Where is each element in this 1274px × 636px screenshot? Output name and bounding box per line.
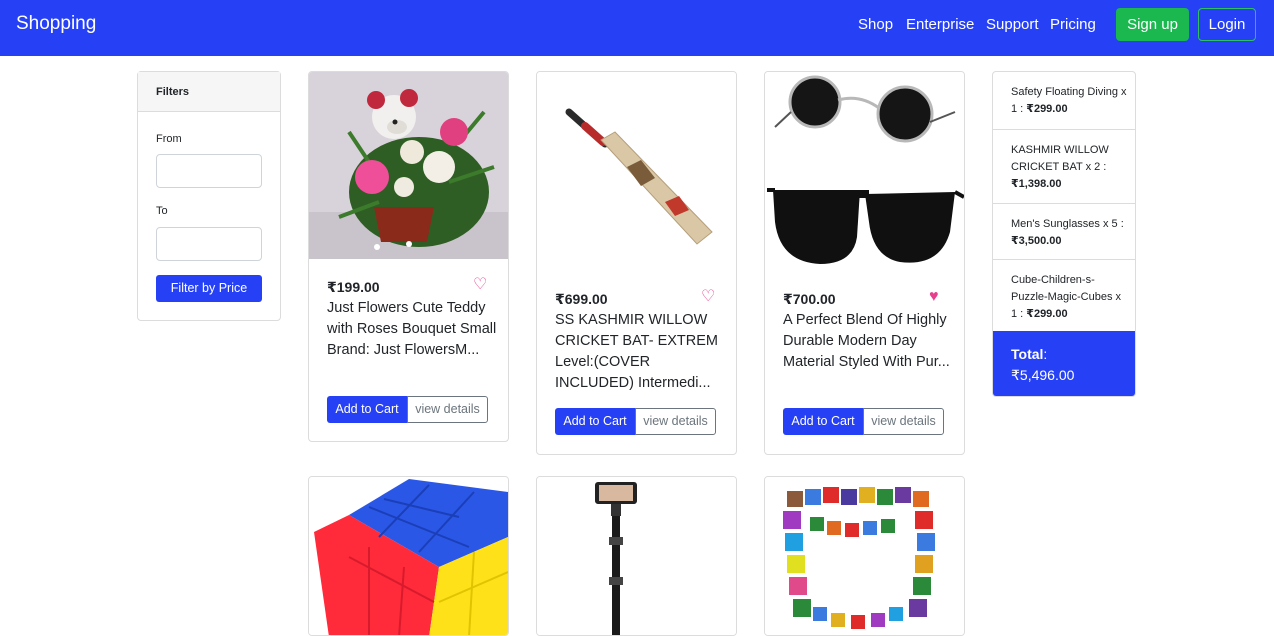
- view-details-button[interactable]: view details: [407, 396, 488, 423]
- login-button[interactable]: Login: [1198, 8, 1256, 41]
- filter-by-price-button[interactable]: Filter by Price: [156, 275, 262, 302]
- product-card: ₹699.00 ♡ SS KASHMIR WILLOW CRICKET BAT-…: [536, 71, 737, 455]
- product-price: ₹700.00: [783, 291, 836, 307]
- product-title: A Perfect Blend Of Highly Durable Modern…: [783, 312, 950, 370]
- product-image-selfie-stick[interactable]: [537, 477, 736, 636]
- product-card: ₹700.00 ♥ A Perfect Blend Of Highly Dura…: [764, 71, 965, 455]
- product-image-colored-blocks[interactable]: [765, 477, 964, 636]
- total-value: ₹5,496.00: [1011, 367, 1075, 383]
- product-image-rubiks-cube[interactable]: [309, 477, 508, 636]
- product-card: [536, 476, 737, 636]
- product-price: ₹699.00: [555, 291, 608, 307]
- heart-icon[interactable]: ♥: [929, 289, 939, 305]
- product-image-cricket-bat[interactable]: [537, 72, 736, 271]
- nav-enterprise[interactable]: Enterprise: [906, 16, 974, 33]
- heart-icon[interactable]: ♡: [473, 277, 487, 293]
- price-to-input[interactable]: [156, 227, 262, 261]
- product-price: ₹199.00: [327, 279, 380, 295]
- filters-panel: Filters From To Filter by Price: [137, 71, 281, 321]
- top-navbar: Shopping Shop Enterprise Support Pricing…: [0, 0, 1274, 56]
- view-details-button[interactable]: view details: [635, 408, 716, 435]
- nav-shop[interactable]: Shop: [858, 16, 893, 33]
- product-card: [308, 476, 509, 636]
- signup-button[interactable]: Sign up: [1116, 8, 1189, 41]
- cart-item: Men's Sunglasses x 5 : ₹3,500.00: [993, 204, 1135, 260]
- heart-icon[interactable]: ♡: [701, 289, 715, 305]
- from-label: From: [156, 133, 182, 145]
- total-label: Total: [1011, 346, 1044, 362]
- nav-pricing[interactable]: Pricing: [1050, 16, 1096, 33]
- add-to-cart-button[interactable]: Add to Cart: [783, 408, 863, 435]
- view-details-button[interactable]: view details: [863, 408, 944, 435]
- cart-panel: Safety Floating Diving x 1 : ₹299.00 KAS…: [992, 71, 1136, 397]
- product-card: [764, 476, 965, 636]
- product-image-teddy-bouquet[interactable]: [309, 72, 508, 259]
- product-title: SS KASHMIR WILLOW CRICKET BAT- EXTREM Le…: [555, 312, 719, 391]
- product-title: Just Flowers Cute Teddy with Roses Bouqu…: [327, 300, 497, 358]
- cart-total: Total: ₹5,496.00: [993, 331, 1135, 396]
- cart-item: Safety Floating Diving x 1 : ₹299.00: [993, 72, 1135, 130]
- nav-support[interactable]: Support: [986, 16, 1039, 33]
- product-image-sunglasses[interactable]: [765, 72, 964, 271]
- product-card: ₹199.00 ♡ Just Flowers Cute Teddy with R…: [308, 71, 509, 442]
- price-from-input[interactable]: [156, 154, 262, 188]
- filters-title: Filters: [138, 72, 280, 112]
- brand-logo[interactable]: Shopping: [16, 13, 96, 35]
- add-to-cart-button[interactable]: Add to Cart: [327, 396, 407, 423]
- add-to-cart-button[interactable]: Add to Cart: [555, 408, 635, 435]
- cart-item: KASHMIR WILLOW CRICKET BAT x 2 : ₹1,398.…: [993, 130, 1135, 204]
- cart-item: Cube-Children-s-Puzzle-Magic-Cubes x 1 :…: [1011, 274, 1122, 320]
- to-label: To: [156, 205, 168, 217]
